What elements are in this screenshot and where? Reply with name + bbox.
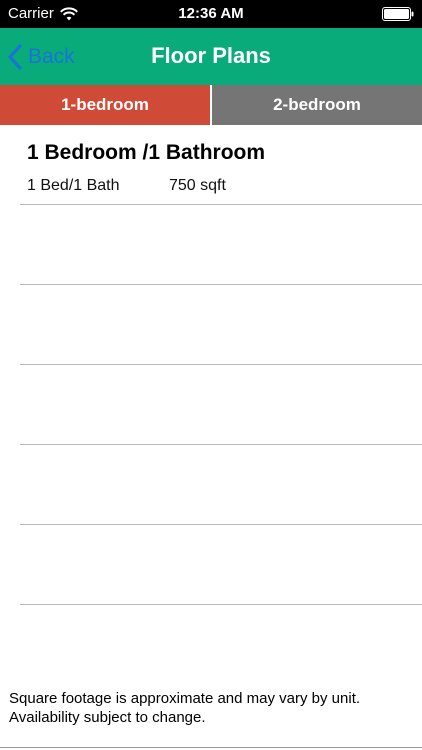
disclaimer-line-2: Availability subject to change.: [9, 709, 206, 726]
battery-icon: [382, 7, 414, 21]
disclaimer-line-1: Square footage is approximate and may va…: [9, 690, 361, 707]
tab-2-bedroom[interactable]: 2-bedroom: [212, 85, 422, 125]
tab-1-bedroom[interactable]: 1-bedroom: [0, 85, 210, 125]
floor-plan-row[interactable]: [20, 445, 422, 525]
floor-plan-beds: 1 Bed/1 Bath: [27, 177, 120, 194]
floor-plan-row[interactable]: [20, 365, 422, 445]
floor-plan-list: 1 Bedroom /1 Bathroom 1 Bed/1 Bath 750 s…: [0, 125, 422, 605]
floor-plan-row[interactable]: 1 Bedroom /1 Bathroom 1 Bed/1 Bath 750 s…: [20, 125, 422, 205]
bedroom-tabs: 1-bedroom 2-bedroom: [0, 85, 422, 125]
floor-plan-sqft: 750 sqft: [169, 177, 226, 194]
floor-plan-title: 1 Bedroom /1 Bathroom: [27, 141, 266, 164]
floor-plan-row[interactable]: [20, 285, 422, 365]
footer-disclaimer: Square footage is approximate and may va…: [9, 689, 417, 727]
status-bar: Carrier 12:36 AM: [0, 0, 422, 28]
floor-plan-row[interactable]: [20, 205, 422, 285]
bottom-divider: [0, 747, 422, 748]
floor-plan-row[interactable]: [20, 525, 422, 605]
navigation-bar: Back Floor Plans: [0, 28, 422, 85]
status-time: 12:36 AM: [178, 5, 244, 22]
page-title: Floor Plans: [151, 43, 271, 68]
